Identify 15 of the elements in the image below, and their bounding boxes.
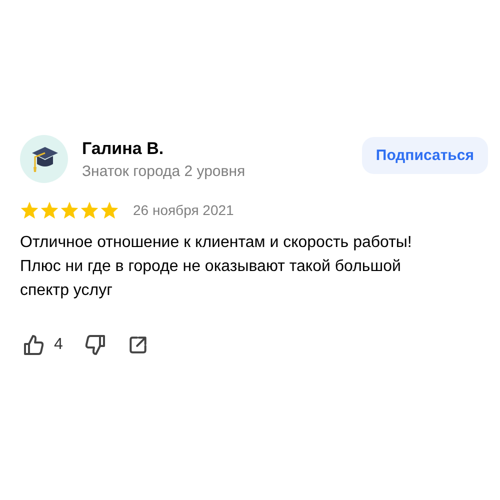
star-icon: [40, 201, 59, 219]
review-text: Плюс ни где в городе не оказывают такой большой спектр услуг: [20, 257, 402, 301]
like-button[interactable]: 4: [20, 331, 65, 359]
thumbs-up-icon: [22, 333, 46, 357]
review-date: 26 ноября 2021: [133, 202, 234, 218]
star-icon: [100, 201, 119, 219]
author-name[interactable]: Галина В.: [82, 138, 164, 158]
star-icon: [80, 201, 99, 219]
review-text: Отличное отношение к клиентам и скорость работы!: [20, 233, 413, 253]
thumbs-down-icon: [82, 333, 107, 357]
subscribe-button[interactable]: Подписаться: [362, 136, 488, 174]
author-level: Знаток города 2 уровня: [82, 162, 246, 180]
share-icon: [126, 334, 149, 356]
star-icon: [60, 201, 79, 219]
star-icon: [20, 201, 39, 219]
